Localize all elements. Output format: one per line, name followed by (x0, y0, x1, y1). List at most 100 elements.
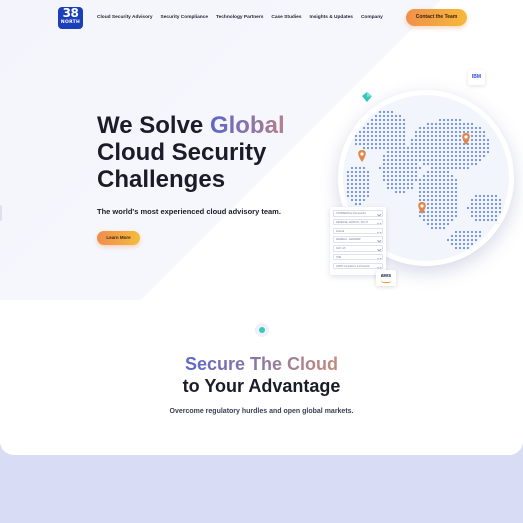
globe-dot (442, 182, 446, 186)
globe-dot (414, 162, 418, 166)
globe-dot (442, 142, 446, 146)
globe-dot (434, 150, 438, 154)
globe-dot (430, 210, 434, 214)
globe-dot (458, 118, 462, 122)
globe-dot (414, 178, 418, 182)
globe-dot (362, 194, 366, 198)
globe-dot (438, 170, 442, 174)
section-title-line2: to Your Advantage (182, 376, 341, 396)
nav-case-studies[interactable]: Case Studies (271, 15, 301, 20)
globe-dot (454, 134, 458, 138)
panel-row[interactable]: FEDERAL - FEDRAMP (333, 236, 383, 243)
globe-dot (386, 174, 390, 178)
globe-dot (386, 178, 390, 182)
globe-dot (474, 126, 478, 130)
globe-dot (394, 190, 398, 194)
globe-dot (398, 130, 402, 134)
globe-dot (458, 138, 462, 142)
globe-dot (486, 146, 490, 150)
globe-dot (434, 170, 438, 174)
globe-dot (410, 162, 414, 166)
globe-dot (426, 194, 430, 198)
learn-more-button[interactable]: Learn More (97, 231, 140, 245)
globe-dot (442, 122, 446, 126)
globe-dot (466, 166, 470, 170)
globe-dot (354, 202, 358, 206)
globe-dot (394, 126, 398, 130)
globe-dot (454, 190, 458, 194)
globe-dot (402, 150, 406, 154)
globe-dot (462, 246, 466, 250)
globe-dot (446, 222, 450, 226)
globe-dot (446, 202, 450, 206)
nav-technology-partners[interactable]: Technology Partners (216, 15, 263, 20)
globe-dot (382, 110, 386, 114)
globe-dot (354, 190, 358, 194)
globe-dot (414, 138, 418, 142)
globe-dot (366, 126, 370, 130)
globe-dot (458, 238, 462, 242)
globe-dot (426, 182, 430, 186)
globe-dot (430, 150, 434, 154)
globe-dot (354, 138, 358, 142)
globe-dot (494, 206, 498, 210)
globe-dot (394, 170, 398, 174)
hero-title-pre: We Solve (97, 112, 210, 139)
panel-row[interactable]: GDPR Compliance & Protection (333, 262, 383, 270)
nav-company[interactable]: Company (361, 15, 383, 20)
globe-dot (394, 142, 398, 146)
globe-dot (450, 202, 454, 206)
globe-dot (454, 138, 458, 142)
globe-dot (398, 162, 402, 166)
globe-dot (438, 154, 442, 158)
globe-dot (446, 138, 450, 142)
globe-dot (346, 194, 350, 198)
main-nav: Cloud Security Advisory Security Complia… (97, 15, 383, 20)
globe-dot (474, 210, 478, 214)
globe-dot (430, 134, 434, 138)
globe-dot (398, 166, 402, 170)
section-title-highlight: Secure The Cloud (0, 354, 523, 375)
globe-dot (422, 218, 426, 222)
globe-dot (358, 186, 362, 190)
globe-dot (474, 230, 478, 234)
globe-dot (446, 190, 450, 194)
globe-dot (454, 206, 458, 210)
globe-dot (430, 226, 434, 230)
globe-dot (370, 138, 374, 142)
globe-dot (350, 198, 354, 202)
logo[interactable]: 38 NORTH (58, 7, 83, 29)
globe-dot (450, 206, 454, 210)
globe-dot (406, 178, 410, 182)
globe-dot (442, 206, 446, 210)
globe-dot (450, 210, 454, 214)
panel-row[interactable]: COMMERCIAL Frameworks (333, 210, 383, 217)
globe-dot (418, 178, 422, 182)
globe-dot (426, 190, 430, 194)
nav-security-compliance[interactable]: Security Compliance (161, 15, 208, 20)
panel-row[interactable]: Federal (333, 227, 383, 235)
side-tab[interactable] (0, 205, 2, 221)
globe-dot (398, 150, 402, 154)
globe-dot (462, 146, 466, 150)
globe-dot (434, 222, 438, 226)
contact-team-button[interactable]: Contact the Team (406, 9, 467, 26)
globe-dot (406, 166, 410, 170)
globe-dot (402, 190, 406, 194)
panel-row[interactable]: DEFENSE: GDPR-NL, ISO 27 (333, 218, 383, 226)
location-pin-icon[interactable] (358, 150, 366, 162)
globe-dot (358, 134, 362, 138)
nav-cloud-security-advisory[interactable]: Cloud Security Advisory (97, 15, 153, 20)
globe-dot (350, 174, 354, 178)
globe-dot (362, 178, 366, 182)
globe-dot (430, 222, 434, 226)
globe-dot (482, 150, 486, 154)
globe-dot (374, 138, 378, 142)
globe-dot (434, 198, 438, 202)
nav-insights-updates[interactable]: Insights & Updates (310, 15, 353, 20)
panel-row[interactable]: ITAR (333, 253, 383, 261)
globe-dot (430, 162, 434, 166)
globe-dot (450, 234, 454, 238)
globe-dot (398, 170, 402, 174)
panel-row[interactable]: DoD, IL5 (333, 245, 383, 252)
